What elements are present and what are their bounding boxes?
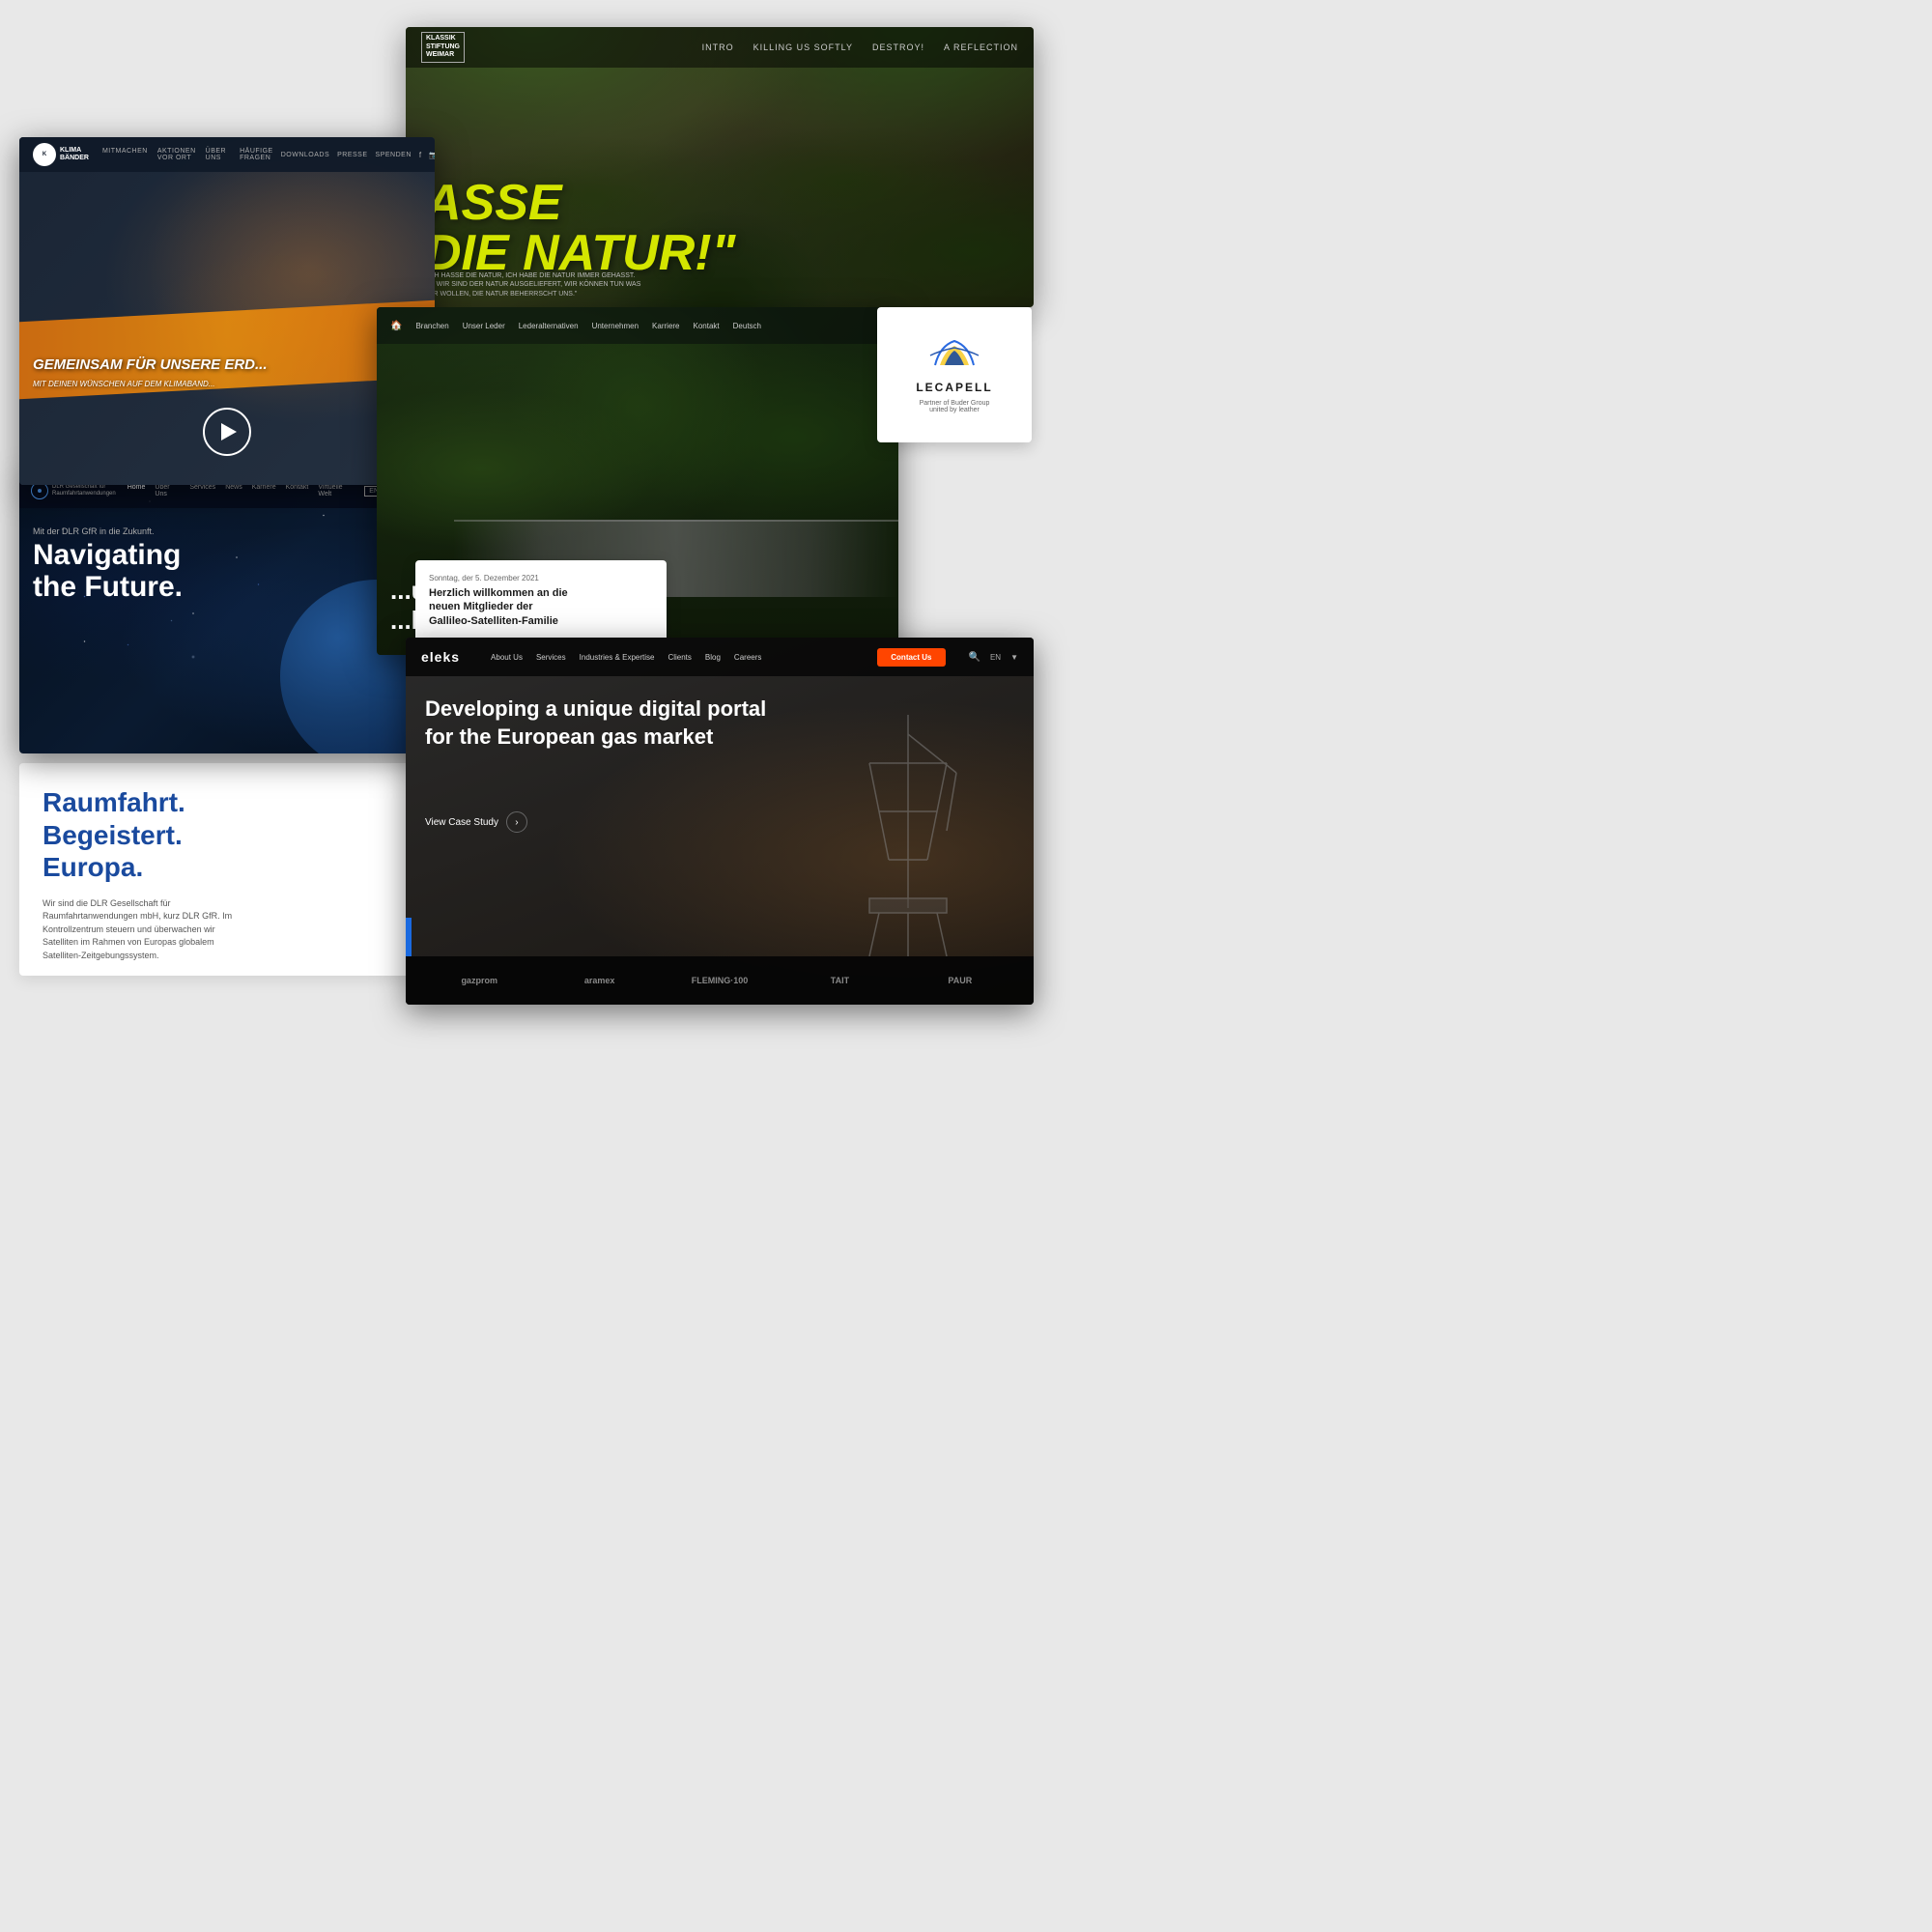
collage: KLASSIK STIFTUNG WEIMAR INTRO KILLING US… — [0, 0, 1932, 1932]
card-klassik: KLASSIK STIFTUNG WEIMAR INTRO KILLING US… — [406, 27, 1034, 307]
eleks-contact-btn[interactable]: Contact Us — [877, 648, 945, 667]
klima-nav: K KLIMA BÄNDER MITMACHEN AKTIONEN VOR OR… — [19, 137, 435, 172]
lecapell-subtitle: Partner of Buder Group united by leather — [920, 400, 990, 413]
dlr-white-body: Wir sind die DLR Gesellschaft für Raumfa… — [43, 897, 236, 963]
dlr-nav-karriere[interactable]: Karriere — [252, 484, 276, 497]
home-icon[interactable]: 🏠 — [390, 321, 402, 331]
dlr-nav-virtuelle[interactable]: Virtuelle Welt — [318, 484, 353, 497]
train-nav-karriere[interactable]: Karriere — [652, 322, 679, 330]
search-icon[interactable]: 🔍 — [969, 652, 980, 663]
eleks-blue-accent — [406, 918, 412, 956]
card-lecapell: LECAPELL Partner of Buder Group united b… — [877, 307, 1032, 442]
klassik-nav: KLASSIK STIFTUNG WEIMAR INTRO KILLING US… — [406, 27, 1034, 68]
client-paur: PAUR — [900, 976, 1020, 985]
klima-nav-aktionen[interactable]: AKTIONEN VOR ORT — [157, 148, 196, 161]
card-eleks: eleks About Us Services Industries & Exp… — [406, 638, 1034, 1005]
klassik-nav-intro[interactable]: INTRO — [702, 43, 734, 52]
dlr-nav-kontakt[interactable]: Kontakt — [286, 484, 309, 497]
klima-nav-right: Häufige Fragen Downloads Presse Spenden … — [240, 148, 435, 161]
lecapell-name: LECAPELL — [916, 381, 992, 394]
klassik-logo: KLASSIK STIFTUNG WEIMAR — [421, 32, 465, 62]
klassik-nav-links: INTRO KILLING US SOFTLY DESTROY! A REFLE… — [702, 43, 1018, 52]
klima-spenden[interactable]: Spenden — [376, 152, 412, 158]
dlr-nav-services[interactable]: Services — [189, 484, 215, 497]
eleks-careers[interactable]: Careers — [734, 653, 761, 662]
view-case-label: View Case Study — [425, 817, 498, 828]
client-tait: TAIT — [780, 976, 899, 985]
klima-downloads[interactable]: Downloads — [281, 152, 329, 158]
dlr-white-headline: Raumfahrt. Begeistert. Europa. — [43, 786, 412, 884]
klima-subheadline: MIT DEINEN WÜNSCHEN AUF DEM KLIMABAND... — [33, 380, 214, 388]
card-klima: K KLIMA BÄNDER MITMACHEN AKTIONEN VOR OR… — [19, 137, 435, 485]
facebook-icon: f — [419, 151, 421, 159]
oil-rig-icon — [811, 715, 1005, 956]
lecapell-logo-icon — [925, 336, 983, 375]
eleks-about[interactable]: About Us — [491, 653, 523, 662]
eleks-industries[interactable]: Industries & Expertise — [580, 653, 655, 662]
eleks-headline: Developing a unique digital portal for t… — [425, 696, 734, 751]
train-nav-lederalt[interactable]: Lederalternativen — [519, 322, 579, 330]
train-nav-branchen[interactable]: Branchen — [415, 322, 448, 330]
news-date-1: Sonntag, der 5. Dezember 2021 — [429, 574, 653, 582]
client-aramex: aramex — [539, 976, 659, 985]
eleks-nav-icons: 🔍 EN ▼ — [969, 652, 1019, 663]
play-triangle-icon — [221, 423, 237, 440]
klima-fragen[interactable]: Häufige Fragen — [240, 148, 273, 161]
klassik-nav-destroy[interactable]: DESTROY! — [872, 43, 924, 52]
dlr-nav-news[interactable]: News — [225, 484, 242, 497]
klima-nav-mitmachen[interactable]: MITMACHEN — [102, 148, 148, 161]
klassik-subtext: "ICH HASSE DIE NATUR, ICH HABE DIE NATUR… — [425, 271, 640, 299]
chevron-down-icon: ▼ — [1010, 653, 1018, 662]
eleks-clients[interactable]: Clients — [668, 653, 691, 662]
klassik-headline: ASSE DIE NATUR!" — [425, 178, 735, 278]
klima-play-button[interactable] — [203, 408, 251, 456]
dlr-name-text: DLR Gesellschaft für Raumfahrtanwendunge… — [52, 484, 116, 497]
train-nav: 🏠 Branchen Unser Leder Lederalternativen… — [377, 307, 898, 344]
dlr-nav-home[interactable]: Home — [128, 484, 146, 497]
train-nav-kontakt[interactable]: Kontakt — [694, 322, 720, 330]
instagram-icon: 📷 — [429, 151, 435, 159]
news-title-1: Herzlich willkommen an die neuen Mitglie… — [429, 586, 653, 628]
klima-nav-ueber[interactable]: ÜBER UNS — [206, 148, 226, 161]
klima-logo: K KLIMA BÄNDER — [33, 143, 89, 166]
train-nav-deutsch[interactable]: Deutsch — [733, 322, 761, 330]
klassik-nav-reflection[interactable]: A REFLECTION — [944, 43, 1018, 52]
klima-nav-links: MITMACHEN AKTIONEN VOR ORT ÜBER UNS — [102, 148, 226, 161]
card-dlr-white: Raumfahrt. Begeistert. Europa. Wir sind … — [19, 763, 435, 976]
eleks-nav: eleks About Us Services Industries & Exp… — [406, 638, 1034, 676]
eleks-logo: eleks — [421, 649, 460, 665]
eleks-services[interactable]: Services — [536, 653, 566, 662]
dlr-nav-ueber[interactable]: Über Uns — [155, 484, 180, 497]
eleks-view-case[interactable]: View Case Study › — [425, 811, 527, 833]
klassik-nav-killing[interactable]: KILLING US SOFTLY — [753, 43, 853, 52]
dlr-subheadline: Mit der DLR GfR in die Zukunft. — [33, 526, 155, 536]
train-nav-unternehmen[interactable]: Unternehmen — [592, 322, 639, 330]
client-fleming: FLEMING·100 — [660, 976, 780, 985]
eleks-blog[interactable]: Blog — [705, 653, 721, 662]
train-nav-leder[interactable]: Unser Leder — [463, 322, 505, 330]
arrow-right-icon: › — [506, 811, 527, 833]
eleks-clients-bar: gazprom aramex FLEMING·100 TAIT PAUR — [406, 956, 1034, 1005]
client-gazprom: gazprom — [419, 976, 539, 985]
eleks-nav-links: About Us Services Industries & Expertise… — [491, 653, 761, 662]
dlr-headline: Navigating the Future. — [33, 539, 183, 603]
dlr-nav-links: Home Über Uns Services News Karriere Kon… — [128, 484, 354, 497]
eleks-lang[interactable]: EN — [990, 653, 1001, 662]
klima-headline: GEMEINSAM FÜR UNSERE ERD... — [33, 356, 268, 374]
klima-presse[interactable]: Presse — [337, 152, 367, 158]
